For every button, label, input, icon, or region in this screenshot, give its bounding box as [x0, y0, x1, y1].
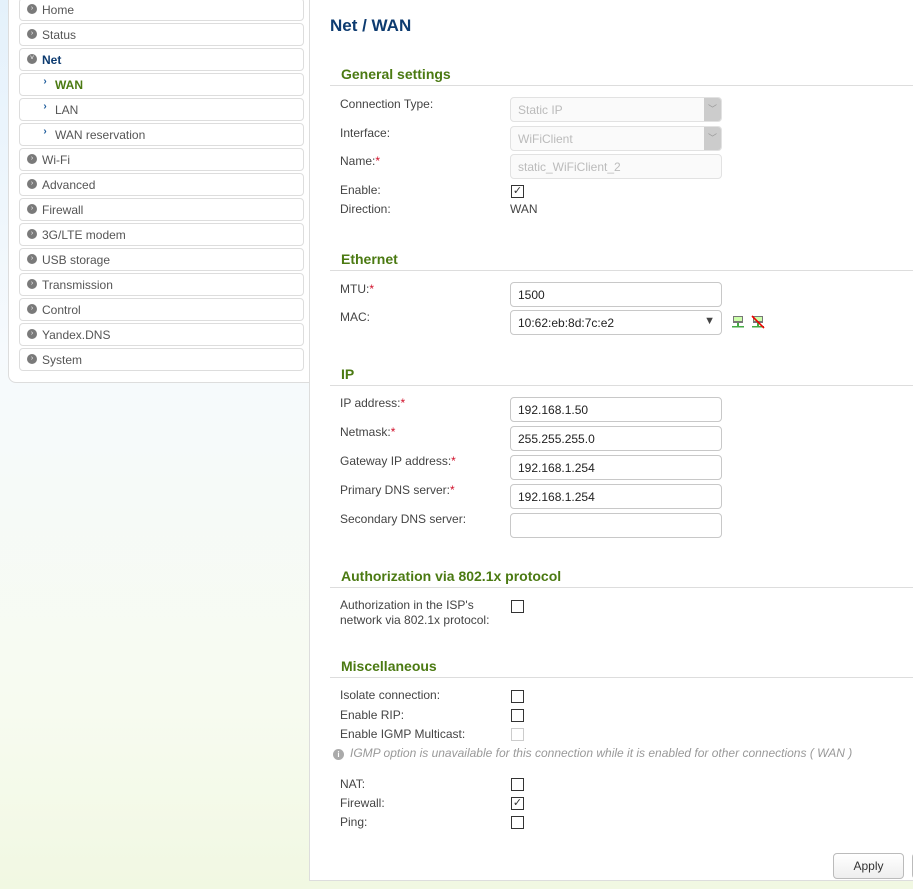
- direction-value: WAN: [510, 202, 538, 216]
- chevron-right-icon: ›: [27, 229, 37, 239]
- secondary-dns-label: Secondary DNS server:: [340, 512, 467, 526]
- chevron-right-icon: ›: [27, 154, 37, 164]
- sidebar-item-home[interactable]: › Home: [19, 0, 304, 21]
- auth-8021x-checkbox[interactable]: [511, 600, 524, 613]
- igmp-label: Enable IGMP Multicast:: [340, 727, 466, 741]
- reset-mac-icon[interactable]: [751, 315, 765, 329]
- mac-label: MAC:: [340, 310, 370, 324]
- required-marker: *: [451, 454, 456, 468]
- section-miscellaneous: Miscellaneous: [330, 658, 913, 678]
- sidebar-item-control[interactable]: › Control: [19, 298, 304, 321]
- required-marker: *: [450, 483, 455, 497]
- primary-dns-input[interactable]: 192.168.1.254: [510, 484, 722, 509]
- apply-button[interactable]: Apply: [833, 853, 904, 879]
- sidebar-item-system[interactable]: › System: [19, 348, 304, 371]
- isolate-checkbox[interactable]: [511, 690, 524, 703]
- enable-label: Enable:: [340, 183, 381, 197]
- nat-checkbox[interactable]: [511, 778, 524, 791]
- required-marker: *: [400, 396, 406, 410]
- netmask-label: Netmask:*: [340, 425, 396, 439]
- chevron-right-icon: ›: [27, 204, 37, 214]
- primary-dns-label: Primary DNS server:*: [340, 483, 455, 497]
- ip-address-input[interactable]: 192.168.1.50: [510, 397, 722, 422]
- connection-type-select[interactable]: Static IP ﹀: [510, 97, 722, 122]
- required-marker: *: [375, 154, 381, 168]
- chevron-right-icon: ›: [27, 4, 37, 14]
- chevron-right-icon: ›: [27, 304, 37, 314]
- sidebar-item-firewall[interactable]: › Firewall: [19, 198, 304, 221]
- section-authorization: Authorization via 802.1x protocol: [330, 568, 913, 588]
- dropdown-arrow-icon: ▼: [704, 315, 715, 327]
- ip-address-label: IP address:*: [340, 396, 406, 410]
- chevron-right-icon: ›: [27, 354, 37, 364]
- ping-label: Ping:: [340, 815, 368, 829]
- sidebar-item-wifi[interactable]: › Wi-Fi: [19, 148, 304, 171]
- clone-mac-icon[interactable]: [731, 315, 745, 329]
- sidebar-item-status[interactable]: › Status: [19, 23, 304, 46]
- chevron-right-icon: ›: [27, 329, 37, 339]
- sidebar-item-advanced[interactable]: › Advanced: [19, 173, 304, 196]
- chevron-right-icon: ›: [43, 126, 47, 137]
- rip-checkbox[interactable]: [511, 709, 524, 722]
- name-input[interactable]: static_WiFiClient_2: [510, 154, 722, 179]
- chevron-down-icon: ﹀: [704, 98, 721, 121]
- chevron-right-icon: ›: [27, 179, 37, 189]
- section-general-settings: General settings: [330, 66, 913, 86]
- gateway-label: Gateway IP address:*: [340, 454, 456, 468]
- isolate-label: Isolate connection:: [340, 688, 441, 702]
- igmp-checkbox[interactable]: [511, 728, 524, 741]
- sidebar-item-net[interactable]: ˅ Net: [19, 48, 304, 71]
- firewall-label: Firewall:: [340, 796, 385, 810]
- ping-checkbox[interactable]: [511, 816, 524, 829]
- sidebar-item-yandex-dns[interactable]: › Yandex.DNS: [19, 323, 304, 346]
- sidebar-item-wan-reservation[interactable]: › WAN reservation: [19, 123, 304, 146]
- sidebar-item-usb-storage[interactable]: › USB storage: [19, 248, 304, 271]
- firewall-checkbox[interactable]: ✓: [511, 797, 524, 810]
- connection-type-label: Connection Type:: [340, 97, 434, 111]
- chevron-right-icon: ›: [27, 254, 37, 264]
- info-icon: i: [333, 749, 344, 760]
- nat-label: NAT:: [340, 777, 366, 791]
- name-label: Name:*: [340, 154, 381, 168]
- chevron-right-icon: ›: [43, 76, 47, 87]
- chevron-down-icon: ﹀: [704, 127, 721, 150]
- main-panel: Net / WAN General settings Connection Ty…: [309, 0, 913, 881]
- section-ethernet: Ethernet: [330, 251, 913, 271]
- chevron-right-icon: ›: [27, 279, 37, 289]
- chevron-right-icon: ›: [43, 101, 47, 112]
- required-marker: *: [390, 425, 396, 439]
- section-ip: IP: [330, 366, 913, 386]
- rip-label: Enable RIP:: [340, 708, 405, 722]
- netmask-input[interactable]: 255.255.255.0: [510, 426, 722, 451]
- secondary-dns-input[interactable]: [510, 513, 722, 538]
- mac-select[interactable]: 10:62:eb:8d:7c:e2 ▼: [510, 310, 722, 335]
- chevron-right-icon: ›: [27, 29, 37, 39]
- mtu-input[interactable]: 1500: [510, 282, 722, 307]
- sidebar-item-transmission[interactable]: › Transmission: [19, 273, 304, 296]
- page-title: Net / WAN: [330, 16, 412, 35]
- mtu-label: MTU:*: [340, 282, 374, 296]
- sidebar-item-lan[interactable]: › LAN: [19, 98, 304, 121]
- required-marker: *: [369, 282, 374, 296]
- interface-label: Interface:: [340, 126, 391, 140]
- gateway-input[interactable]: 192.168.1.254: [510, 455, 722, 480]
- interface-select[interactable]: WiFiClient ﹀: [510, 126, 722, 151]
- igmp-note: i IGMP option is unavailable for this con…: [333, 746, 852, 760]
- direction-label: Direction:: [340, 202, 391, 216]
- sidebar-item-3g-lte-modem[interactable]: › 3G/LTE modem: [19, 223, 304, 246]
- auth-label: Authorization in the ISP's network via 80…: [340, 598, 490, 627]
- sidebar-item-wan[interactable]: › WAN: [19, 73, 304, 96]
- enable-checkbox[interactable]: ✓: [511, 185, 524, 198]
- chevron-down-icon: ˅: [27, 54, 37, 64]
